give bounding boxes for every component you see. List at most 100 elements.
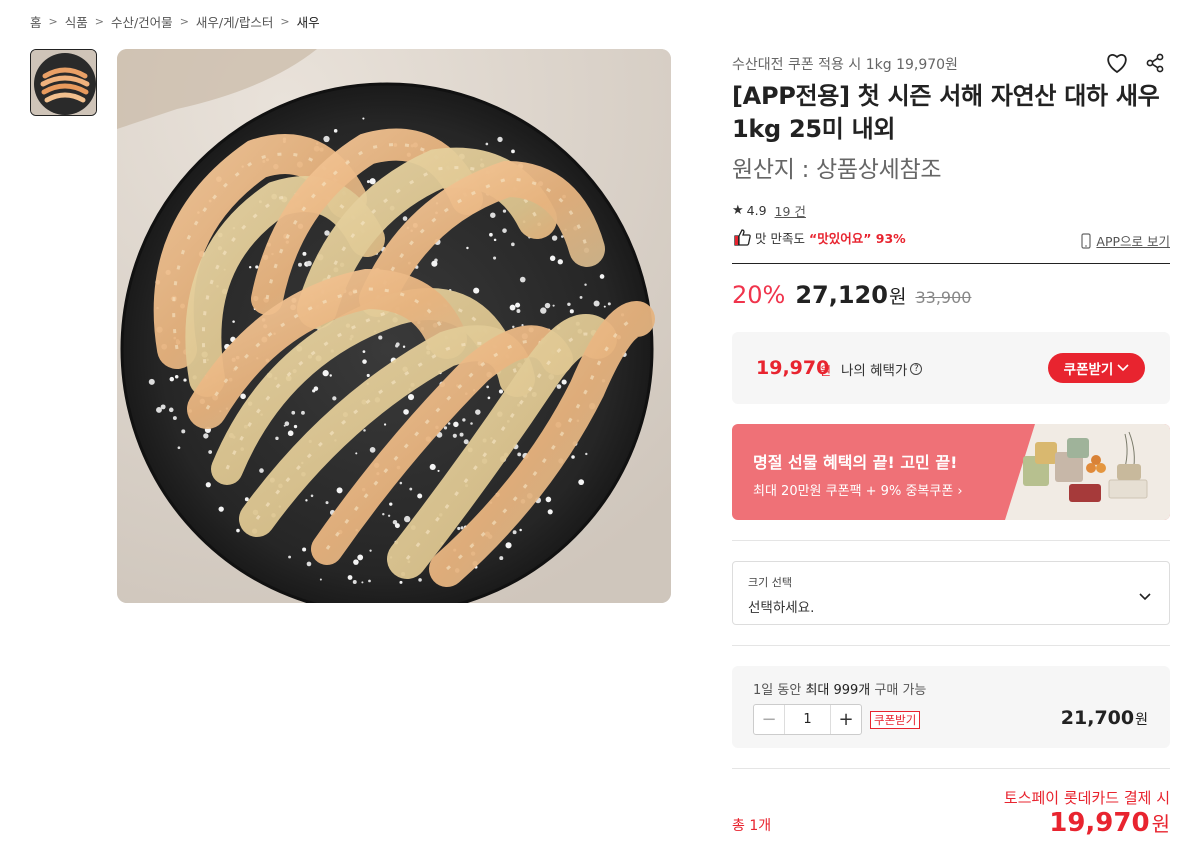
salt-grain: [148, 378, 155, 385]
chevron-down-icon: [1117, 364, 1129, 372]
quantity-minus-button[interactable]: −: [754, 705, 785, 734]
salt-grain: [357, 554, 364, 561]
banner-gift-image: [1005, 424, 1170, 520]
salt-grain: [545, 496, 552, 503]
salt-grain: [302, 251, 307, 256]
salt-grain: [312, 389, 316, 393]
salt-grain: [353, 559, 359, 565]
salt-grain: [475, 409, 481, 415]
salt-grain: [336, 487, 343, 494]
salt-grain: [517, 452, 522, 457]
sale-price: 27,120: [795, 281, 888, 309]
option-price: 21,700원: [1061, 707, 1148, 729]
salt-grain: [540, 307, 547, 314]
salt-grain: [363, 429, 366, 432]
divider: [732, 263, 1170, 264]
salt-grain: [511, 242, 515, 247]
salt-grain: [366, 373, 370, 378]
salt-grain: [183, 378, 187, 382]
salt-grain: [443, 426, 448, 430]
salt-grain: [306, 260, 312, 267]
salt-grain: [551, 235, 558, 241]
salt-grain: [248, 266, 252, 269]
salt-grain: [174, 374, 179, 379]
breadcrumb-shrimp[interactable]: 새우: [297, 12, 320, 31]
salt-grain: [232, 320, 235, 323]
salt-grain: [552, 304, 555, 307]
purchase-limit: 1일 동안 최대 999개 구매 가능: [753, 679, 926, 698]
salt-grain: [383, 423, 387, 426]
salt-grain: [462, 418, 466, 422]
product-thumbnail[interactable]: [30, 49, 97, 116]
holiday-gift-banner[interactable]: 명절 선물 혜택의 끝! 고민 끝! 최대 20만원 쿠폰팩 + 9% 중복쿠폰…: [732, 424, 1170, 520]
chevron-right-icon: >: [179, 15, 189, 28]
benefit-price-box: 19,970 원 나의 혜택가 ? 쿠폰받기: [732, 332, 1170, 404]
quantity-plus-button[interactable]: +: [830, 705, 861, 734]
divider: [732, 768, 1170, 769]
coupon-small-button[interactable]: 쿠폰받기: [870, 711, 921, 729]
salt-grain: [585, 452, 588, 456]
salt-grain: [177, 446, 181, 450]
salt-grain: [275, 436, 279, 441]
salt-grain: [319, 578, 322, 581]
breadcrumb: 홈 > 식품 > 수산/건어물 > 새우/게/랍스터 > 새우: [30, 12, 320, 31]
salt-grain: [499, 556, 504, 561]
question-icon[interactable]: ?: [910, 363, 923, 375]
app-view-label: APP으로 보기: [1096, 234, 1170, 249]
salt-grain: [490, 212, 496, 218]
size-select[interactable]: 크기 선택 선택하세요.: [732, 561, 1170, 625]
salt-grain: [172, 416, 177, 421]
salt-grain: [519, 276, 526, 283]
salt-grain: [361, 581, 364, 584]
promo-line: 수산대전 쿠폰 적용 시 1kg 19,970원: [732, 57, 958, 73]
salt-grain: [332, 396, 337, 401]
salt-grain: [218, 506, 224, 512]
breadcrumb-seafood[interactable]: 수산/건어물: [111, 12, 173, 31]
salt-grain: [584, 283, 587, 286]
satisfaction-label: 맛 만족도: [755, 231, 805, 246]
salt-grain: [236, 528, 240, 533]
divider: [732, 645, 1170, 646]
review-count-link[interactable]: 19 건: [775, 201, 806, 220]
quantity-input[interactable]: 1: [785, 712, 830, 727]
salt-grain: [323, 135, 330, 143]
salt-grain: [347, 575, 353, 580]
salt-grain: [571, 455, 575, 459]
total-count: 총 1개: [732, 818, 772, 834]
salt-grain: [305, 499, 308, 502]
share-icon[interactable]: [1142, 50, 1168, 76]
coupon-download-button[interactable]: 쿠폰받기: [1048, 353, 1145, 383]
salt-grain: [404, 515, 411, 523]
breadcrumb-shrimp-crab-lobster[interactable]: 새우/게/랍스터: [196, 12, 273, 31]
salt-grain: [395, 342, 400, 347]
salt-grain: [399, 580, 403, 584]
salt-grain: [409, 487, 413, 491]
heart-icon[interactable]: [1104, 50, 1130, 76]
taste-satisfaction: 맛 만족도 “맛있어요” 93%: [734, 228, 906, 247]
salt-grain: [544, 302, 551, 309]
salt-grain: [240, 393, 246, 400]
salt-grain: [298, 262, 302, 267]
salt-grain: [452, 433, 457, 438]
size-select-label: 크기 선택: [748, 576, 792, 589]
rating-row: ★ 4.9 19 건: [732, 201, 806, 220]
salt-grain: [355, 452, 358, 455]
benefit-label: 나의 혜택가 ?: [841, 359, 923, 379]
salt-grain: [493, 238, 497, 242]
salt-grain: [459, 432, 464, 437]
salt-grain: [460, 526, 464, 530]
salt-grain: [382, 513, 385, 516]
breadcrumb-food[interactable]: 식품: [65, 12, 88, 31]
salt-grain: [203, 433, 209, 439]
salt-grain: [208, 450, 213, 454]
benefit-label-text: 나의 혜택가: [841, 363, 908, 379]
salt-grain: [567, 302, 571, 307]
breadcrumb-home[interactable]: 홈: [30, 12, 42, 31]
discount-rate: 20%: [732, 281, 786, 309]
rating-value: 4.9: [746, 203, 767, 218]
salt-grain: [322, 370, 329, 377]
benefit-price-unit: 원: [820, 364, 832, 378]
salt-grain: [607, 302, 611, 306]
chevron-down-icon: [1139, 586, 1151, 605]
app-view-link[interactable]: APP으로 보기: [1081, 231, 1170, 250]
